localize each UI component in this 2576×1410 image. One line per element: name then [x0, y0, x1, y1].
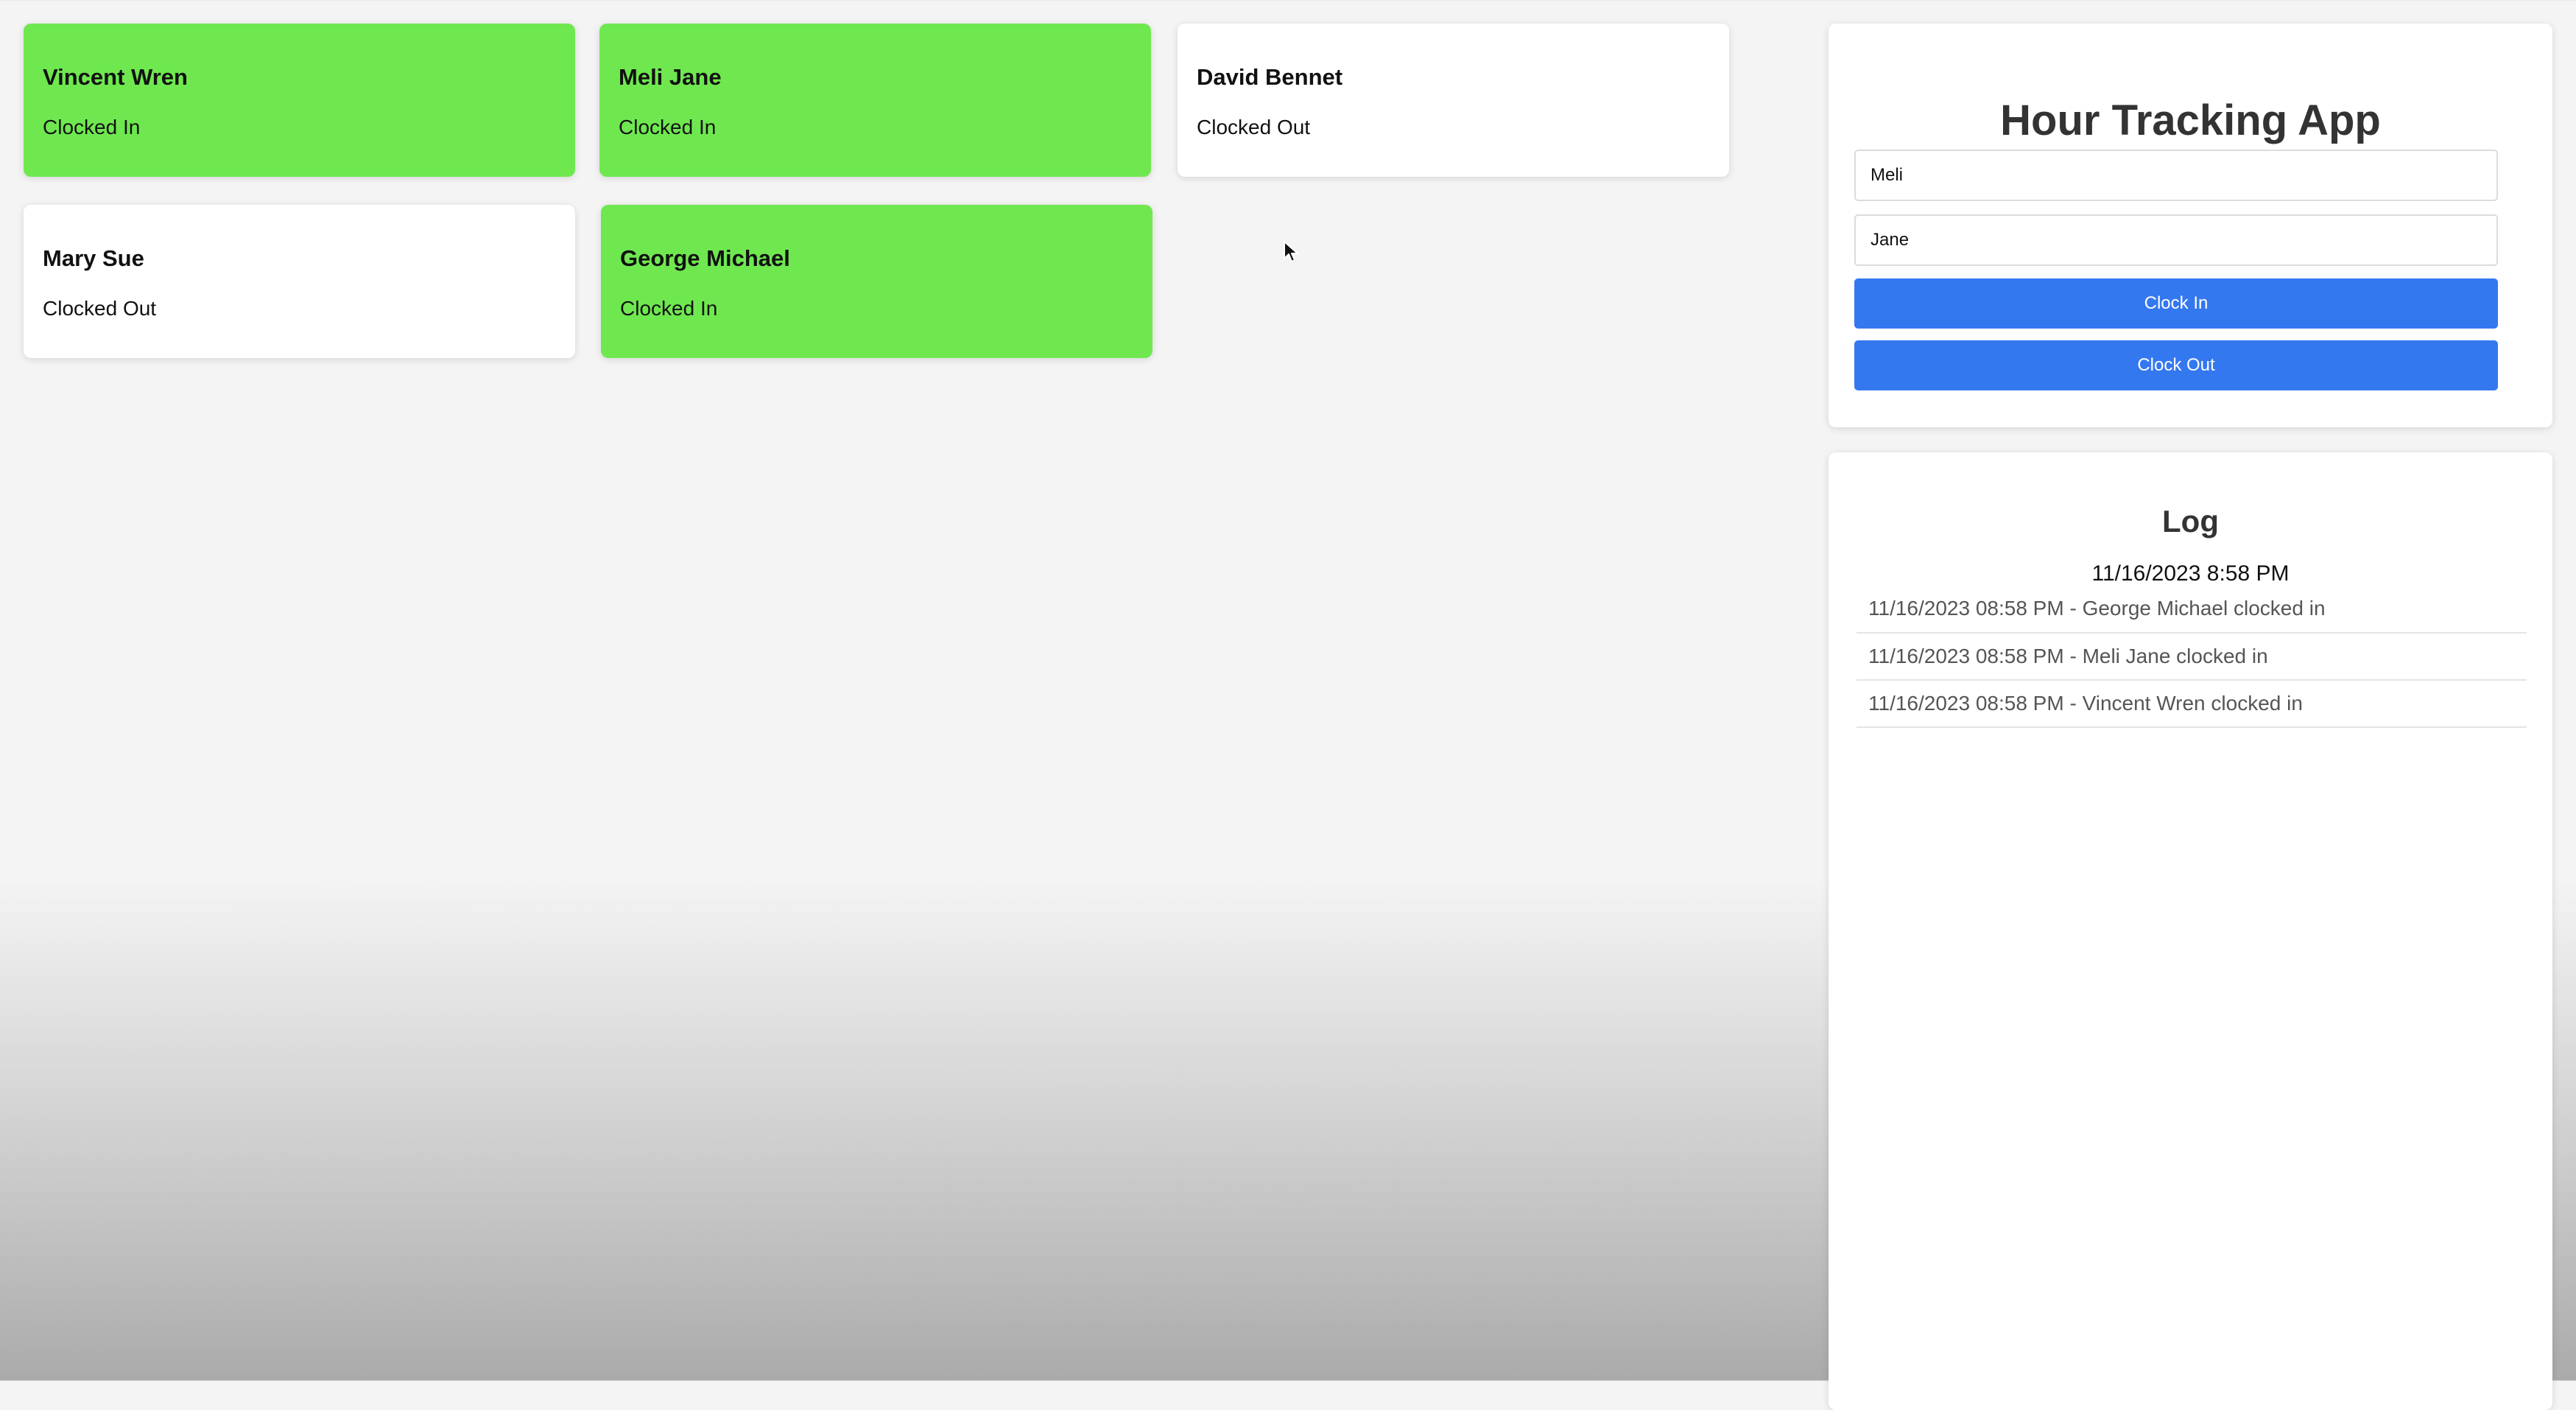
log-entry: 11/16/2023 08:58 PM - Vincent Wren clock…	[1857, 681, 2527, 728]
employee-status: Clocked In	[619, 116, 717, 138]
log-entry: 11/16/2023 08:58 PM - Meli Jane clocked …	[1857, 634, 2527, 681]
employee-card-meli-jane[interactable]: Meli Jane Clocked In	[599, 24, 1151, 177]
employee-name: George Michael	[620, 245, 790, 271]
employee-name: David Bennet	[1197, 64, 1343, 90]
employee-card-david-bennet[interactable]: David Bennet Clocked Out	[1178, 24, 1729, 177]
clock-form-panel: Hour Tracking App Clock In Clock Out	[1829, 24, 2552, 427]
log-panel: Log 11/16/2023 8:58 PM 11/16/2023 08:58 …	[1829, 452, 2552, 1410]
last-name-input[interactable]	[1854, 214, 2498, 266]
log-current-time: 11/16/2023 8:58 PM	[2091, 561, 2290, 586]
employee-name: Vincent Wren	[43, 64, 188, 90]
employee-status: Clocked In	[620, 297, 718, 320]
employee-status: Clocked Out	[1197, 116, 1311, 138]
employee-name: Meli Jane	[619, 64, 722, 90]
employee-card-vincent-wren[interactable]: Vincent Wren Clocked In	[24, 24, 575, 177]
log-entry: 11/16/2023 08:58 PM - George Michael clo…	[1857, 594, 2527, 634]
first-name-input[interactable]	[1854, 150, 2498, 201]
log-title: Log	[2162, 504, 2219, 539]
log-list: 11/16/2023 08:58 PM - George Michael clo…	[1857, 594, 2527, 728]
employee-status: Clocked Out	[43, 297, 157, 320]
employee-name: Mary Sue	[43, 245, 144, 271]
clock-in-button[interactable]: Clock In	[1854, 278, 2498, 329]
mouse-pointer-icon	[1283, 240, 1299, 267]
employee-card-mary-sue[interactable]: Mary Sue Clocked Out	[24, 205, 575, 358]
app-title: Hour Tracking App	[2000, 97, 2381, 144]
employee-status: Clocked In	[43, 116, 141, 138]
employee-card-george-michael[interactable]: George Michael Clocked In	[601, 205, 1152, 358]
clock-out-button[interactable]: Clock Out	[1854, 340, 2498, 390]
